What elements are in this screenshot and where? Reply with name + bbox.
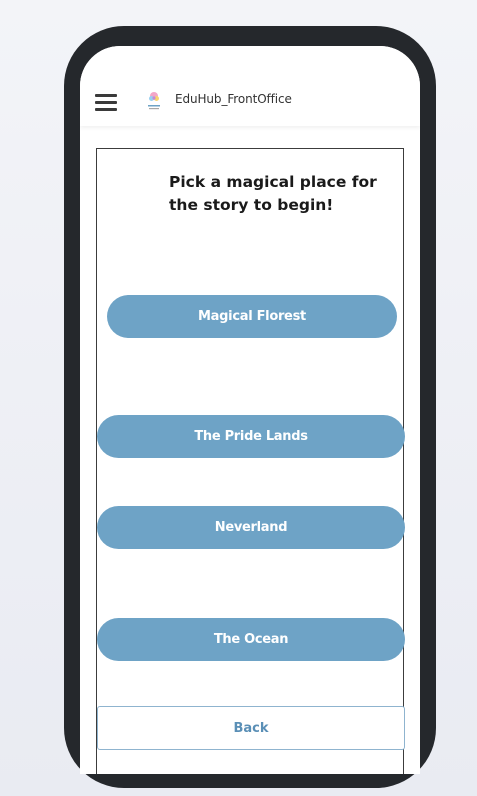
choice-magical-florest-button[interactable]: Magical Florest: [107, 295, 397, 338]
app-title: EduHub_FrontOffice: [175, 92, 292, 106]
hamburger-menu-icon[interactable]: [95, 94, 117, 111]
choice-ocean-button[interactable]: The Ocean: [97, 618, 405, 661]
choice-pride-lands-button[interactable]: The Pride Lands: [97, 415, 405, 458]
choice-neverland-button[interactable]: Neverland: [97, 506, 405, 549]
back-button[interactable]: Back: [97, 706, 405, 750]
app-header: EduHub_FrontOffice: [80, 46, 420, 126]
story-prompt: Pick a magical place for the story to be…: [169, 173, 377, 214]
eduhub-logo-icon: [148, 92, 160, 110]
phone-screen: EduHub_FrontOffice Pick a magical place …: [80, 46, 420, 774]
story-panel: Pick a magical place for the story to be…: [96, 148, 405, 774]
